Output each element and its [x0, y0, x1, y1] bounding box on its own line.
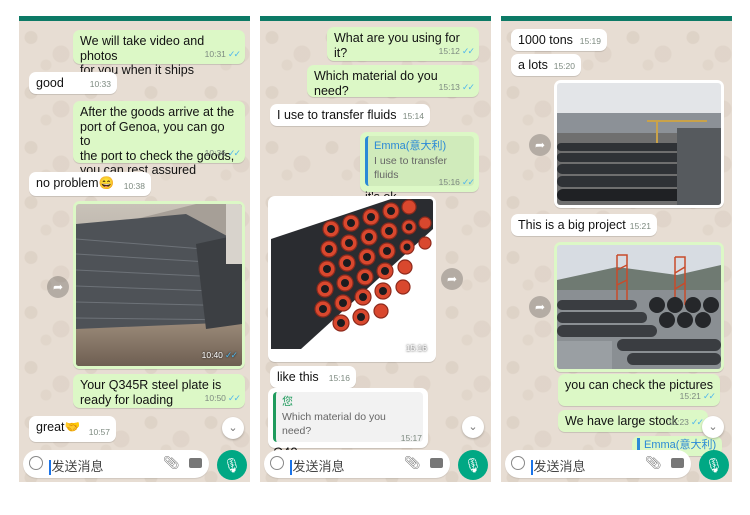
- chat-panel-1: We will take video and photos for you wh…: [19, 16, 250, 482]
- scroll-down-button[interactable]: ⌄: [702, 416, 724, 438]
- message-time: 15:12: [438, 45, 460, 56]
- composer: 发送消息 📎︎ 🎙︎: [501, 448, 732, 482]
- message-incoming[interactable]: 1000 tons 15:19: [511, 29, 607, 51]
- message-incoming[interactable]: like this 15:16: [270, 366, 356, 388]
- read-ticks-icon: ✓✓: [227, 147, 241, 158]
- input-placeholder: 发送消息: [51, 459, 104, 474]
- message-incoming[interactable]: I use to transfer fluids 15:14: [270, 104, 430, 126]
- message-time: 10:57: [88, 426, 110, 437]
- attach-icon[interactable]: 📎︎: [163, 455, 180, 471]
- read-ticks-icon: ✓✓: [461, 81, 475, 92]
- photo-time: 10:40: [201, 349, 223, 360]
- composer: 发送消息 📎︎ 🎙︎: [19, 448, 250, 482]
- camera-icon[interactable]: [671, 458, 684, 468]
- stock-photo[interactable]: [557, 245, 721, 369]
- emoji-icon[interactable]: [29, 456, 43, 470]
- message-outgoing[interactable]: What are you using for it? 15:12 ✓✓: [327, 27, 479, 61]
- emoji-icon[interactable]: [270, 456, 284, 470]
- input-placeholder: 发送消息: [292, 459, 345, 474]
- message-outgoing[interactable]: Your Q345R steel plate is ready for load…: [73, 374, 245, 408]
- read-ticks-icon: ✓✓: [690, 416, 704, 427]
- message-outgoing[interactable]: you can check the pictures 15:21 ✓✓: [558, 374, 720, 406]
- read-ticks-icon: ✓✓: [461, 176, 475, 187]
- message-incoming[interactable]: This is a big project 15:21: [511, 214, 657, 236]
- message-time: 15:19: [579, 35, 601, 46]
- mic-button[interactable]: 🎙︎: [458, 450, 488, 480]
- input-placeholder: 发送消息: [533, 459, 586, 474]
- message-time: 10:36: [204, 147, 226, 158]
- message-text: After the goods arrive at the port of Ge…: [80, 105, 235, 177]
- pipe-yard-image: [557, 83, 721, 205]
- message-time: 10:31: [204, 48, 226, 59]
- pipe-stock-image: [557, 245, 721, 369]
- message-photo-incoming[interactable]: [554, 80, 724, 208]
- mic-button[interactable]: 🎙︎: [699, 450, 729, 480]
- chat-panel-3: 1000 tons 15:19 a lots 15:20 ➦ This is a…: [501, 16, 732, 482]
- photo-time: 15:16: [405, 342, 427, 353]
- read-ticks-icon: ✓✓: [702, 390, 716, 401]
- composer: 发送消息 📎︎ 🎙︎: [260, 448, 491, 482]
- message-input[interactable]: 发送消息 📎︎: [505, 450, 691, 478]
- quoted-text: Which material do you need?: [282, 410, 386, 438]
- message-time: 10:50: [204, 392, 226, 403]
- message-text: I use to transfer fluids: [277, 108, 397, 122]
- message-outgoing[interactable]: Which material do you need? 15:13 ✓✓: [307, 65, 479, 98]
- message-reply-incoming[interactable]: 您 Which material do you need? C40 15:17: [268, 388, 428, 459]
- message-reply-outgoing[interactable]: Emma(意大利) I use to transfer fluids it's …: [360, 132, 479, 204]
- message-time: 15:14: [402, 110, 424, 121]
- read-ticks-icon: ✓✓: [461, 45, 475, 56]
- scroll-down-button[interactable]: ⌄: [222, 417, 244, 439]
- ductile-pipes-image: [271, 199, 433, 359]
- attach-icon[interactable]: 📎︎: [404, 455, 421, 471]
- forward-icon[interactable]: ➦: [441, 268, 463, 290]
- steel-plate-photo[interactable]: 10:40 ✓✓: [76, 204, 242, 366]
- quoted-sender: 您: [282, 396, 293, 408]
- message-time: 15:16: [328, 372, 350, 383]
- read-ticks-icon: ✓✓: [227, 392, 241, 403]
- message-outgoing[interactable]: We have large stock 15:23 ✓✓: [558, 410, 708, 432]
- message-incoming[interactable]: good 10:33: [29, 72, 117, 94]
- mic-button[interactable]: 🎙︎: [217, 450, 247, 480]
- message-time: 15:16: [438, 176, 460, 187]
- message-photo-outgoing[interactable]: [554, 242, 724, 372]
- camera-icon[interactable]: [430, 458, 443, 468]
- quoted-sender: Emma(意大利): [374, 140, 447, 152]
- camera-icon[interactable]: [189, 458, 202, 468]
- message-input[interactable]: 发送消息 📎︎: [264, 450, 450, 478]
- message-time: 15:17: [400, 432, 422, 443]
- emoji-icon[interactable]: [511, 456, 525, 470]
- message-time: 15:20: [553, 60, 575, 71]
- message-outgoing[interactable]: We will take video and photos for you wh…: [73, 30, 245, 77]
- read-ticks-icon: ✓✓: [227, 48, 241, 59]
- pipe-yard-photo[interactable]: [557, 83, 721, 205]
- forward-icon[interactable]: ➦: [47, 276, 69, 298]
- message-time: 15:13: [438, 81, 460, 92]
- attach-icon[interactable]: 📎︎: [645, 455, 662, 471]
- message-time: 10:33: [89, 78, 111, 89]
- message-incoming[interactable]: no problem😄 10:38: [29, 172, 151, 196]
- chat-panel-2: What are you using for it? 15:12 ✓✓ Which…: [260, 16, 491, 482]
- message-time: 15:21: [679, 390, 701, 401]
- forward-icon[interactable]: ➦: [529, 296, 551, 318]
- forward-icon[interactable]: ➦: [529, 134, 551, 156]
- steel-plates-image: [76, 204, 242, 366]
- message-outgoing[interactable]: After the goods arrive at the port of Ge…: [73, 101, 245, 177]
- pipes-photo[interactable]: 15:16: [271, 199, 433, 359]
- message-input[interactable]: 发送消息 📎︎: [23, 450, 209, 478]
- message-incoming[interactable]: a lots 15:20: [511, 54, 581, 76]
- message-photo-outgoing[interactable]: 10:40 ✓✓: [73, 201, 245, 369]
- message-incoming[interactable]: great🤝 10:57: [29, 416, 116, 442]
- message-time: 15:21: [629, 220, 651, 231]
- message-photo-incoming[interactable]: 15:16: [268, 196, 436, 362]
- message-time: 15:23: [667, 416, 689, 427]
- message-time: 10:38: [123, 180, 145, 191]
- read-ticks-icon: ✓✓: [224, 349, 238, 360]
- scroll-down-button[interactable]: ⌄: [462, 416, 484, 438]
